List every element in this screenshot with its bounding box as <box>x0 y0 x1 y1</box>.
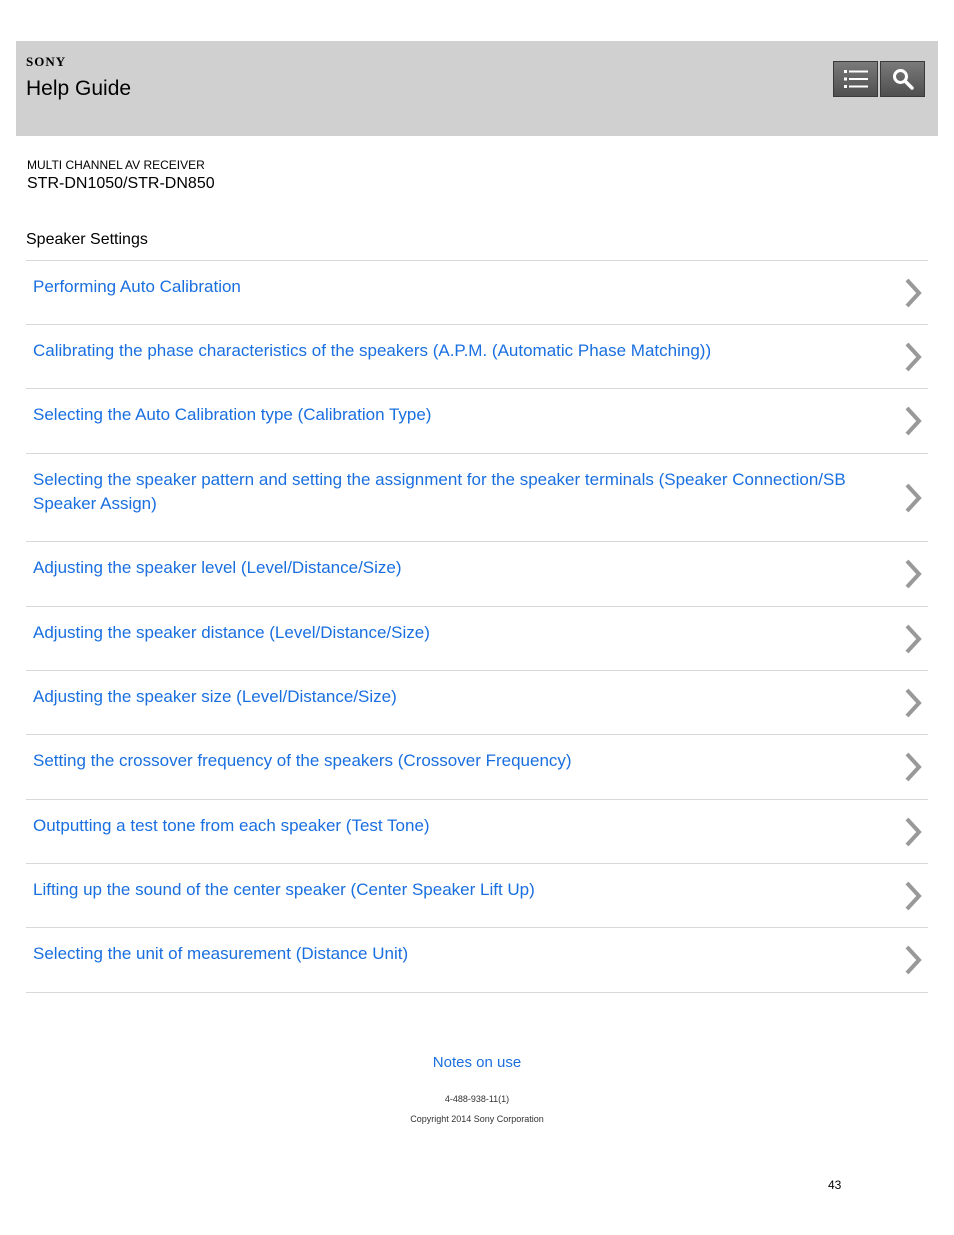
topic-item[interactable]: Lifting up the sound of the center speak… <box>26 864 928 928</box>
chevron-right-icon <box>905 624 922 653</box>
topic-item[interactable]: Selecting the speaker pattern and settin… <box>26 454 928 542</box>
header-bar: SONY Help Guide <box>16 41 938 136</box>
chevron-right-icon <box>905 559 922 589</box>
chevron-right-icon <box>905 278 922 307</box>
section-title: Speaker Settings <box>26 231 148 248</box>
chevron-right-icon <box>905 752 922 782</box>
topic-list: Performing Auto Calibration Calibrating … <box>26 260 928 993</box>
document-number: 4-488-938-11(1) <box>444 1094 510 1104</box>
product-model: STR-DN1050/STR-DN850 <box>27 175 215 192</box>
search-icon <box>892 69 914 90</box>
sony-logo: SONY <box>26 54 67 69</box>
chevron-right-icon <box>905 342 922 371</box>
topic-link[interactable]: Outputting a test tone from each speaker… <box>26 814 928 838</box>
chevron-right-icon <box>905 483 922 512</box>
topic-item[interactable]: Calibrating the phase characteristics of… <box>26 325 928 389</box>
topic-link[interactable]: Adjusting the speaker level (Level/Dista… <box>26 556 928 580</box>
chevron-right-icon <box>905 945 922 975</box>
list-icon <box>843 70 868 88</box>
chevron-right-icon <box>905 881 922 910</box>
topic-item[interactable]: Selecting the Auto Calibration type (Cal… <box>26 389 928 454</box>
chevron-right-icon <box>905 817 922 846</box>
table-of-contents-button[interactable] <box>833 61 878 97</box>
copyright-text: Copyright 2014 Sony Corporation <box>410 1114 544 1124</box>
topic-item[interactable]: Outputting a test tone from each speaker… <box>26 800 928 864</box>
topic-link[interactable]: Lifting up the sound of the center speak… <box>26 878 928 902</box>
topic-link[interactable]: Adjusting the speaker distance (Level/Di… <box>26 621 928 645</box>
topic-item[interactable]: Adjusting the speaker level (Level/Dista… <box>26 542 928 607</box>
topic-item[interactable]: Adjusting the speaker distance (Level/Di… <box>26 607 928 671</box>
page-number: 43 <box>828 1178 842 1192</box>
topic-item[interactable]: Adjusting the speaker size (Level/Distan… <box>26 671 928 735</box>
help-guide-title: Help Guide <box>26 77 132 100</box>
topic-item[interactable]: Setting the crossover frequency of the s… <box>26 735 928 800</box>
topic-link[interactable]: Performing Auto Calibration <box>26 275 928 299</box>
topic-item[interactable]: Selecting the unit of measurement (Dista… <box>26 928 928 993</box>
topic-link[interactable]: Setting the crossover frequency of the s… <box>26 749 928 773</box>
search-button[interactable] <box>880 61 925 97</box>
product-category: MULTI CHANNEL AV RECEIVER <box>27 158 205 172</box>
topic-link[interactable]: Selecting the unit of measurement (Dista… <box>26 942 928 966</box>
topic-link[interactable]: Adjusting the speaker size (Level/Distan… <box>26 685 928 709</box>
chevron-right-icon <box>905 688 922 717</box>
chevron-right-icon <box>905 406 922 436</box>
topic-link[interactable]: Selecting the speaker pattern and settin… <box>26 468 928 516</box>
topic-item[interactable]: Performing Auto Calibration <box>26 261 928 325</box>
topic-link[interactable]: Selecting the Auto Calibration type (Cal… <box>26 403 928 427</box>
notes-on-use-link[interactable]: Notes on use <box>0 1054 954 1071</box>
topic-link[interactable]: Calibrating the phase characteristics of… <box>26 339 928 363</box>
